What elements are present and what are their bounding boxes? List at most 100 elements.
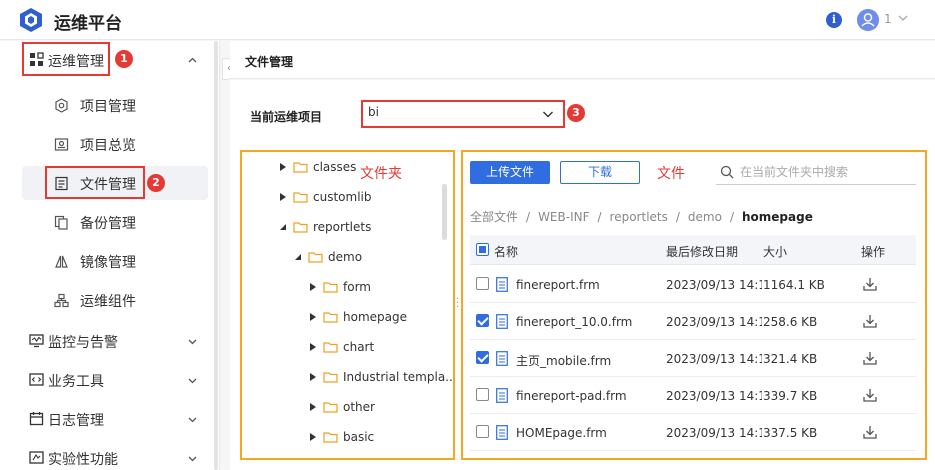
folder-icon [323, 312, 338, 323]
download-icon[interactable] [863, 425, 877, 439]
folder-icon [293, 192, 308, 203]
caret-right-icon[interactable] [309, 432, 317, 442]
logo-icon [20, 8, 42, 32]
tree-node-label: classes [313, 160, 357, 174]
step-badge: 2 [147, 174, 165, 192]
sidebar-scrollbar[interactable] [214, 41, 218, 470]
column-header-size[interactable]: 大小 [763, 243, 787, 260]
file-size: 337.5 KB [763, 426, 818, 440]
sidebar-item-project-overview[interactable]: 项目总览 [22, 127, 208, 161]
info-icon[interactable]: i [826, 12, 842, 28]
file-modified: 2023/09/13 14:1... [666, 426, 762, 440]
user-count: 1 [884, 12, 892, 26]
file-size: 321.4 KB [763, 352, 818, 366]
upload-button[interactable]: 上传文件 [470, 161, 550, 184]
sidebar-group-log-mgmt[interactable]: 日志管理 [0, 400, 220, 438]
table-row[interactable]: finereport-pad.frm 2023/09/13 14:1... 33… [470, 377, 916, 414]
mirror-icon [55, 255, 68, 268]
chevron-down-icon[interactable] [897, 12, 909, 24]
folder-icon [323, 342, 338, 353]
header-bar: 文件管理 [230, 41, 935, 79]
sidebar-item-backup-mgmt[interactable]: 备份管理 [22, 205, 208, 239]
caret-right-icon[interactable] [309, 342, 317, 352]
chevron-down-icon [188, 456, 197, 462]
sidebar-item-label: 运维组件 [80, 294, 136, 310]
chevron-up-icon [188, 57, 197, 63]
breadcrumb-item[interactable]: 全部文件 [470, 210, 518, 224]
row-checkbox[interactable] [476, 277, 489, 290]
chevron-down-icon [188, 417, 197, 423]
sidebar: 运维管理 项目管理 项目总览 文件管理 备份管理 镜像管理 运维组件 监控与告警… [0, 41, 220, 470]
chevron-down-icon [188, 378, 197, 384]
select-all-checkbox[interactable] [476, 243, 489, 256]
row-checkbox[interactable] [476, 314, 489, 327]
caret-down-icon[interactable] [294, 252, 302, 262]
breadcrumb-item[interactable]: reportlets [610, 210, 668, 224]
folder-icon [323, 432, 338, 443]
tree-node-label: chart [343, 340, 375, 354]
download-button[interactable]: 下载 [560, 161, 640, 184]
breadcrumb-item[interactable]: demo [688, 210, 722, 224]
sidebar-group-business-tools[interactable]: 业务工具 [0, 361, 220, 399]
caret-right-icon[interactable] [309, 312, 317, 322]
caret-right-icon[interactable] [309, 282, 317, 292]
sidebar-item-label: 项目管理 [80, 99, 136, 115]
folder-icon [323, 402, 338, 413]
search-input[interactable] [740, 162, 910, 182]
file-modified: 2023/09/13 14:1... [666, 315, 762, 329]
sidebar-item-ops-components[interactable]: 运维组件 [22, 283, 208, 317]
caret-right-icon[interactable] [309, 372, 317, 382]
highlight-box [45, 166, 145, 199]
column-header-modified[interactable]: 最后修改日期 [666, 243, 738, 260]
file-icon [496, 277, 508, 292]
file-icon [496, 314, 508, 329]
tree-scrollbar[interactable] [442, 184, 447, 240]
file-name[interactable]: finereport-pad.frm [516, 389, 627, 403]
download-icon[interactable] [863, 314, 877, 328]
sidebar-group-monitoring[interactable]: 监控与告警 [0, 322, 220, 360]
sidebar-item-mirror-mgmt[interactable]: 镜像管理 [22, 244, 208, 278]
search-box[interactable] [716, 160, 916, 185]
table-row[interactable]: HOMEpage.frm 2023/09/13 14:1... 337.5 KB [470, 414, 916, 451]
column-header-name[interactable]: 名称 [494, 243, 518, 260]
folder-icon [308, 252, 323, 263]
avatar-icon[interactable] [857, 9, 879, 31]
folder-icon [323, 372, 338, 383]
flask-icon [29, 451, 44, 464]
sidebar-item-project-mgmt[interactable]: 项目管理 [22, 88, 208, 122]
file-name[interactable]: finereport.frm [516, 278, 600, 292]
download-icon[interactable] [863, 388, 877, 402]
download-icon[interactable] [863, 277, 877, 291]
download-icon[interactable] [863, 351, 877, 365]
file-modified: 2023/09/13 14:1... [666, 278, 762, 292]
row-checkbox[interactable] [476, 425, 489, 438]
calendar-icon [29, 412, 44, 426]
caret-right-icon[interactable] [279, 192, 287, 202]
table-row[interactable]: 主页_mobile.frm 2023/09/13 14:1... 321.4 K… [470, 340, 916, 377]
sidebar-item-label: 镜像管理 [80, 255, 136, 271]
copy-icon [54, 215, 68, 230]
row-checkbox[interactable] [476, 388, 489, 401]
annotation-folder-label: 文件夹 [360, 166, 402, 182]
caret-right-icon[interactable] [279, 162, 287, 172]
caret-right-icon[interactable] [309, 402, 317, 412]
caret-down-icon[interactable] [279, 222, 287, 232]
table-row[interactable]: finereport_10.0.frm 2023/09/13 14:1... 2… [470, 303, 916, 340]
file-panel: 上传文件 下载 文件 全部文件/WEB-INF/reportlets/demo/… [461, 150, 927, 460]
panel-splitter[interactable]: · · · [456, 295, 460, 313]
row-checkbox[interactable] [476, 351, 489, 364]
chevron-down-icon [188, 339, 197, 345]
file-name[interactable]: finereport_10.0.frm [516, 315, 632, 329]
file-name[interactable]: HOMEpage.frm [516, 426, 607, 440]
sidebar-group-label: 监控与告警 [48, 335, 118, 351]
tree-node-label: basic [343, 430, 375, 444]
sidebar-group-experimental[interactable]: 实验性功能 [0, 439, 220, 470]
table-row[interactable]: finereport.frm 2023/09/13 14:1... 1164.1… [470, 266, 916, 303]
tree-node-label: demo [328, 250, 363, 264]
sidebar-item-label: 备份管理 [80, 216, 136, 232]
overview-icon [54, 138, 69, 151]
tree-node-label: homepage [343, 310, 407, 324]
breadcrumb-item[interactable]: WEB-INF [538, 210, 589, 224]
folder-icon [293, 222, 308, 233]
file-name[interactable]: 主页_mobile.frm [516, 352, 611, 369]
